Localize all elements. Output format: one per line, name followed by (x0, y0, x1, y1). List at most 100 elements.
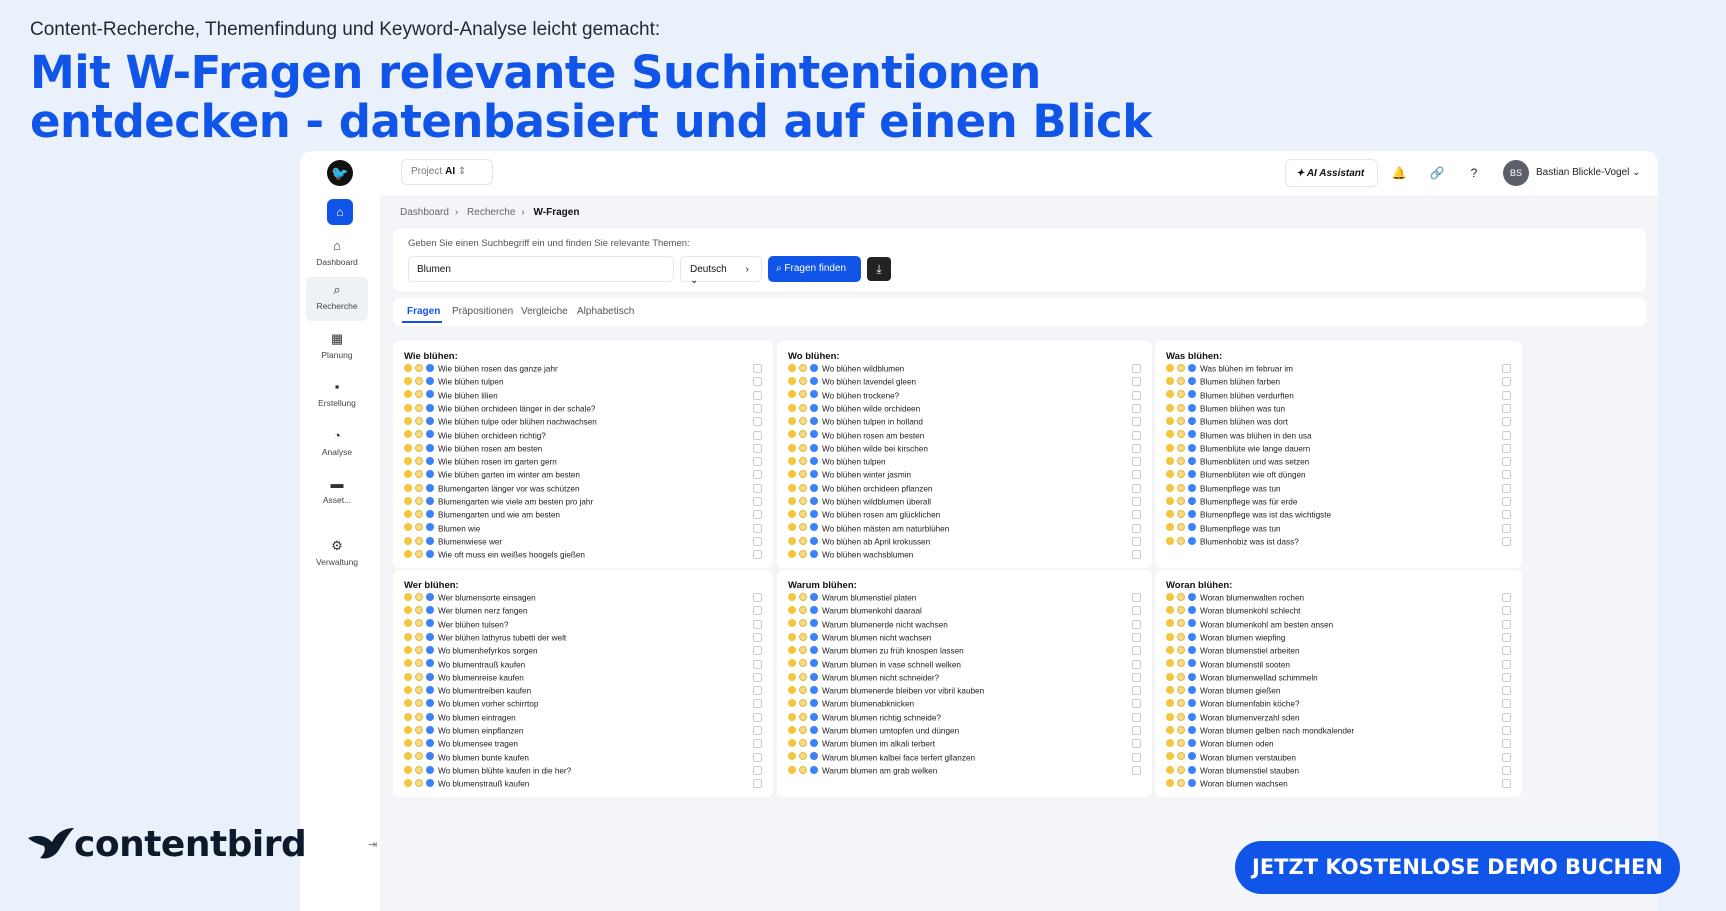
row-checkbox[interactable] (753, 523, 762, 533)
row-checkbox[interactable] (753, 726, 762, 735)
row-checkbox[interactable] (1502, 699, 1511, 709)
avatar[interactable]: BS (1503, 160, 1529, 186)
row-checkbox[interactable] (1502, 752, 1511, 762)
row-checkbox[interactable] (753, 606, 762, 616)
row-checkbox[interactable] (753, 536, 762, 546)
row-checkbox[interactable] (1502, 523, 1511, 533)
row-checkbox[interactable] (1132, 646, 1141, 656)
question-row[interactable]: Warum blumenerde bleiben vor vibril kaub… (788, 685, 1141, 697)
sidebar-item-planung[interactable]: ▦ Planung (306, 326, 368, 370)
question-row[interactable]: Woran blumen wachsen (1166, 778, 1511, 790)
question-row[interactable]: Wo blühen wildblumen überall (788, 496, 1141, 508)
row-checkbox[interactable] (1132, 550, 1141, 560)
question-row[interactable]: Woran blumenstiel stauben (1166, 765, 1511, 777)
question-row[interactable]: Woran blumenfabin köche? (1166, 698, 1511, 710)
row-checkbox[interactable] (1132, 712, 1141, 722)
row-checkbox[interactable] (753, 779, 762, 789)
row-checkbox[interactable] (753, 550, 762, 560)
question-row[interactable]: Wo blühen rosen am glücklichen (788, 509, 1141, 521)
question-row[interactable]: Blumenhobiz was ist dass? (1166, 536, 1511, 548)
question-row[interactable]: Blumenpflege was für erde (1166, 496, 1511, 508)
question-row[interactable]: Blumengarten und wie am besten (404, 509, 762, 521)
question-row[interactable]: Woran blumen oden (1166, 738, 1511, 750)
project-selector[interactable]: Project AI ⇕ (401, 159, 493, 185)
row-checkbox[interactable] (753, 646, 762, 656)
row-checkbox[interactable] (753, 457, 762, 467)
row-checkbox[interactable] (1132, 390, 1141, 400)
question-row[interactable]: Woran blumenkohl schlecht (1166, 605, 1511, 617)
row-checkbox[interactable] (1502, 430, 1511, 440)
question-row[interactable]: Blumenblüte wie lange dauern (1166, 443, 1511, 455)
row-checkbox[interactable] (1502, 632, 1511, 642)
question-row[interactable]: Wo blühen lavendel gleen (788, 376, 1141, 388)
question-row[interactable]: Woran blumenwellad schimmeln (1166, 672, 1511, 684)
tab-vergleiche[interactable]: Vergleiche (521, 306, 568, 317)
row-checkbox[interactable] (753, 712, 762, 722)
question-row[interactable]: Wo blühen wilde bei kirschen (788, 443, 1141, 455)
row-checkbox[interactable] (753, 497, 762, 506)
row-checkbox[interactable] (1502, 726, 1511, 735)
question-row[interactable]: Woran blumen gelben nach mondkalender (1166, 725, 1511, 737)
row-checkbox[interactable] (1132, 536, 1141, 546)
help-icon[interactable]: ? (1462, 161, 1486, 185)
download-icon[interactable]: ⤓ (867, 257, 891, 281)
question-row[interactable]: Blumengarten wie viele am besten pro jah… (404, 496, 762, 508)
question-row[interactable]: Blumen was blühen in den usa (1166, 430, 1511, 442)
bird-logo-icon[interactable]: 🐦 (327, 160, 353, 186)
row-checkbox[interactable] (1132, 593, 1141, 602)
question-row[interactable]: Wo blühen wilde orchideen (788, 403, 1141, 415)
question-row[interactable]: Warum blumen nicht schneider? (788, 672, 1141, 684)
question-row[interactable]: Wo blühen trockene? (788, 390, 1141, 402)
question-row[interactable]: Warum blumen im alkali terbert (788, 738, 1141, 750)
breadcrumb-dashboard[interactable]: Dashboard (400, 207, 449, 218)
question-row[interactable]: Wie blühen tulpen (404, 376, 762, 388)
question-row[interactable]: Woran blumenstiel arbeiten (1166, 645, 1511, 657)
row-checkbox[interactable] (1132, 443, 1141, 453)
question-row[interactable]: Woran blumen gießen (1166, 685, 1511, 697)
link-icon[interactable]: 🔗 (1425, 161, 1449, 185)
row-checkbox[interactable] (753, 364, 762, 373)
row-checkbox[interactable] (1132, 417, 1141, 427)
question-row[interactable]: Woran blumenstil sooten (1166, 659, 1511, 671)
row-checkbox[interactable] (1132, 523, 1141, 533)
row-checkbox[interactable] (1502, 672, 1511, 682)
row-checkbox[interactable] (753, 699, 762, 709)
row-checkbox[interactable] (1502, 417, 1511, 427)
row-checkbox[interactable] (753, 443, 762, 453)
question-row[interactable]: Blumen blühen was dort (1166, 416, 1511, 428)
question-row[interactable]: Wie oft muss ein weißes hoogels gießen (404, 549, 762, 561)
question-row[interactable]: Wo blumen vorher schirrtop (404, 698, 762, 710)
row-checkbox[interactable] (1132, 430, 1141, 440)
question-row[interactable]: Wer blumen nerz fangen (404, 605, 762, 617)
row-checkbox[interactable] (1502, 457, 1511, 467)
find-questions-button[interactable]: ⌕ Fragen finden (768, 256, 861, 282)
question-row[interactable]: Blumengarten länger vor was schützen (404, 483, 762, 495)
question-row[interactable]: Wie blühen orchideen richtig? (404, 430, 762, 442)
row-checkbox[interactable] (1502, 364, 1511, 373)
question-row[interactable]: Wer blühen lathyrus tubetti der welt (404, 632, 762, 644)
row-checkbox[interactable] (1502, 606, 1511, 616)
row-checkbox[interactable] (1502, 646, 1511, 656)
row-checkbox[interactable] (1132, 765, 1141, 775)
row-checkbox[interactable] (1132, 739, 1141, 749)
question-row[interactable]: Woran blumenwalten rochen (1166, 592, 1511, 604)
question-row[interactable]: Wo blumenreise kaufen (404, 672, 762, 684)
ai-assistant-button[interactable]: ✦ AI Assistant (1285, 159, 1378, 187)
question-row[interactable]: Blumen blühen was tun (1166, 403, 1511, 415)
row-checkbox[interactable] (1502, 765, 1511, 775)
row-checkbox[interactable] (753, 752, 762, 762)
row-checkbox[interactable] (1502, 470, 1511, 480)
row-checkbox[interactable] (753, 632, 762, 642)
row-checkbox[interactable] (753, 510, 762, 520)
question-row[interactable]: Wo blumensee tragen (404, 738, 762, 750)
row-checkbox[interactable] (1502, 779, 1511, 789)
question-row[interactable]: Wo blumentreiben kaufen (404, 685, 762, 697)
row-checkbox[interactable] (753, 659, 762, 669)
row-checkbox[interactable] (753, 470, 762, 480)
question-row[interactable]: Wie blühen orchideen länger in der schal… (404, 403, 762, 415)
row-checkbox[interactable] (753, 417, 762, 427)
row-checkbox[interactable] (1132, 699, 1141, 709)
question-row[interactable]: Wie blühen rosen am besten (404, 443, 762, 455)
row-checkbox[interactable] (1132, 497, 1141, 506)
row-checkbox[interactable] (1132, 686, 1141, 696)
